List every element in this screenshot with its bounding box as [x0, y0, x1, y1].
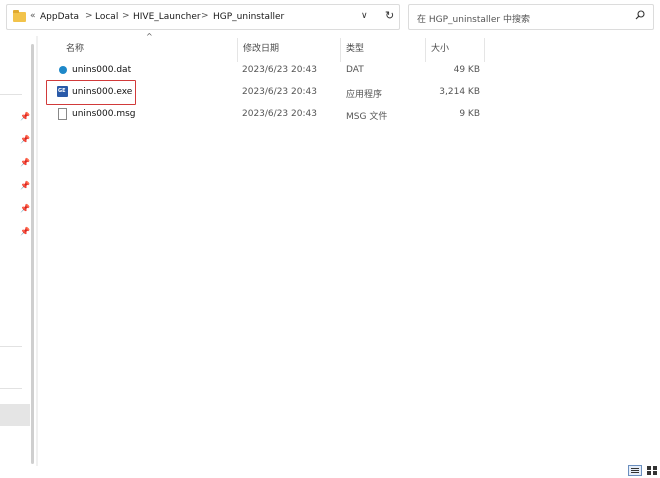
file-name: unins000.dat [72, 65, 132, 75]
breadcrumb-separator-icon[interactable]: > [122, 11, 130, 21]
column-divider[interactable] [237, 38, 238, 62]
nav-scrollbar[interactable] [31, 44, 34, 464]
column-header-size[interactable]: 大小 [431, 41, 449, 54]
search-icon[interactable] [635, 10, 645, 20]
file-row[interactable]: unins000.dat 2023/6/23 20:43 DAT 49 KB [56, 60, 486, 82]
file-type: 应用程序 [346, 90, 383, 100]
breadcrumb-separator-icon[interactable]: > [201, 11, 209, 21]
pin-icon[interactable]: 📌 [20, 158, 30, 167]
file-size: 3,214 KB [439, 87, 480, 97]
address-bar[interactable]: « AppData > Local > HIVE_Launcher > HGP_… [6, 4, 400, 30]
dat-file-icon [59, 66, 67, 74]
file-date: 2023/6/23 20:43 [242, 65, 317, 75]
breadcrumb-hive-launcher[interactable]: HIVE_Launcher [133, 12, 201, 22]
folder-icon [13, 10, 26, 22]
nav-divider [0, 346, 22, 347]
nav-divider [0, 388, 22, 389]
details-view-icon[interactable] [628, 465, 642, 476]
breadcrumb-appdata[interactable]: AppData [40, 12, 79, 22]
pane-splitter[interactable] [36, 36, 38, 466]
search-placeholder: 在 HGP_uninstaller 中搜索 [417, 15, 530, 25]
column-divider[interactable] [425, 38, 426, 62]
file-type: DAT [346, 65, 364, 75]
pin-icon[interactable]: 📌 [20, 112, 30, 121]
breadcrumb-overflow-icon[interactable]: « [30, 11, 36, 21]
pin-icon[interactable]: 📌 [20, 135, 30, 144]
file-size: 9 KB [459, 109, 480, 119]
file-size: 49 KB [453, 65, 480, 75]
nav-divider [0, 94, 22, 95]
column-header-type[interactable]: 类型 [346, 41, 364, 54]
breadcrumb-separator-icon[interactable]: > [85, 11, 93, 21]
pin-icon[interactable]: 📌 [20, 204, 30, 213]
file-row[interactable]: unins000.msg 2023/6/23 20:43 MSG 文件 9 KB [56, 104, 486, 126]
navigation-pane[interactable]: 📌 📌 📌 📌 📌 📌 [0, 36, 30, 466]
column-divider[interactable] [484, 38, 485, 62]
file-date: 2023/6/23 20:43 [242, 109, 317, 119]
breadcrumb-hgp-uninstaller[interactable]: HGP_uninstaller [213, 12, 284, 22]
tiles-view-icon[interactable] [646, 465, 658, 476]
nav-item-selected[interactable] [0, 404, 30, 426]
file-type: MSG 文件 [346, 112, 388, 122]
msg-file-icon [58, 108, 67, 120]
column-divider[interactable] [340, 38, 341, 62]
chevron-down-icon[interactable]: ∨ [361, 11, 368, 21]
column-header-date-modified[interactable]: 修改日期 [243, 41, 279, 54]
breadcrumb-local[interactable]: Local [95, 12, 118, 22]
pin-icon[interactable]: 📌 [20, 181, 30, 190]
highlight-annotation [46, 80, 136, 105]
refresh-icon[interactable]: ↻ [385, 9, 394, 22]
file-name: unins000.msg [72, 109, 136, 119]
column-header-name[interactable]: 名称 [66, 41, 84, 54]
pin-icon[interactable]: 📌 [20, 227, 30, 236]
search-input[interactable]: 在 HGP_uninstaller 中搜索 [408, 4, 654, 30]
sort-ascending-icon: ^ [146, 32, 153, 41]
file-date: 2023/6/23 20:43 [242, 87, 317, 97]
